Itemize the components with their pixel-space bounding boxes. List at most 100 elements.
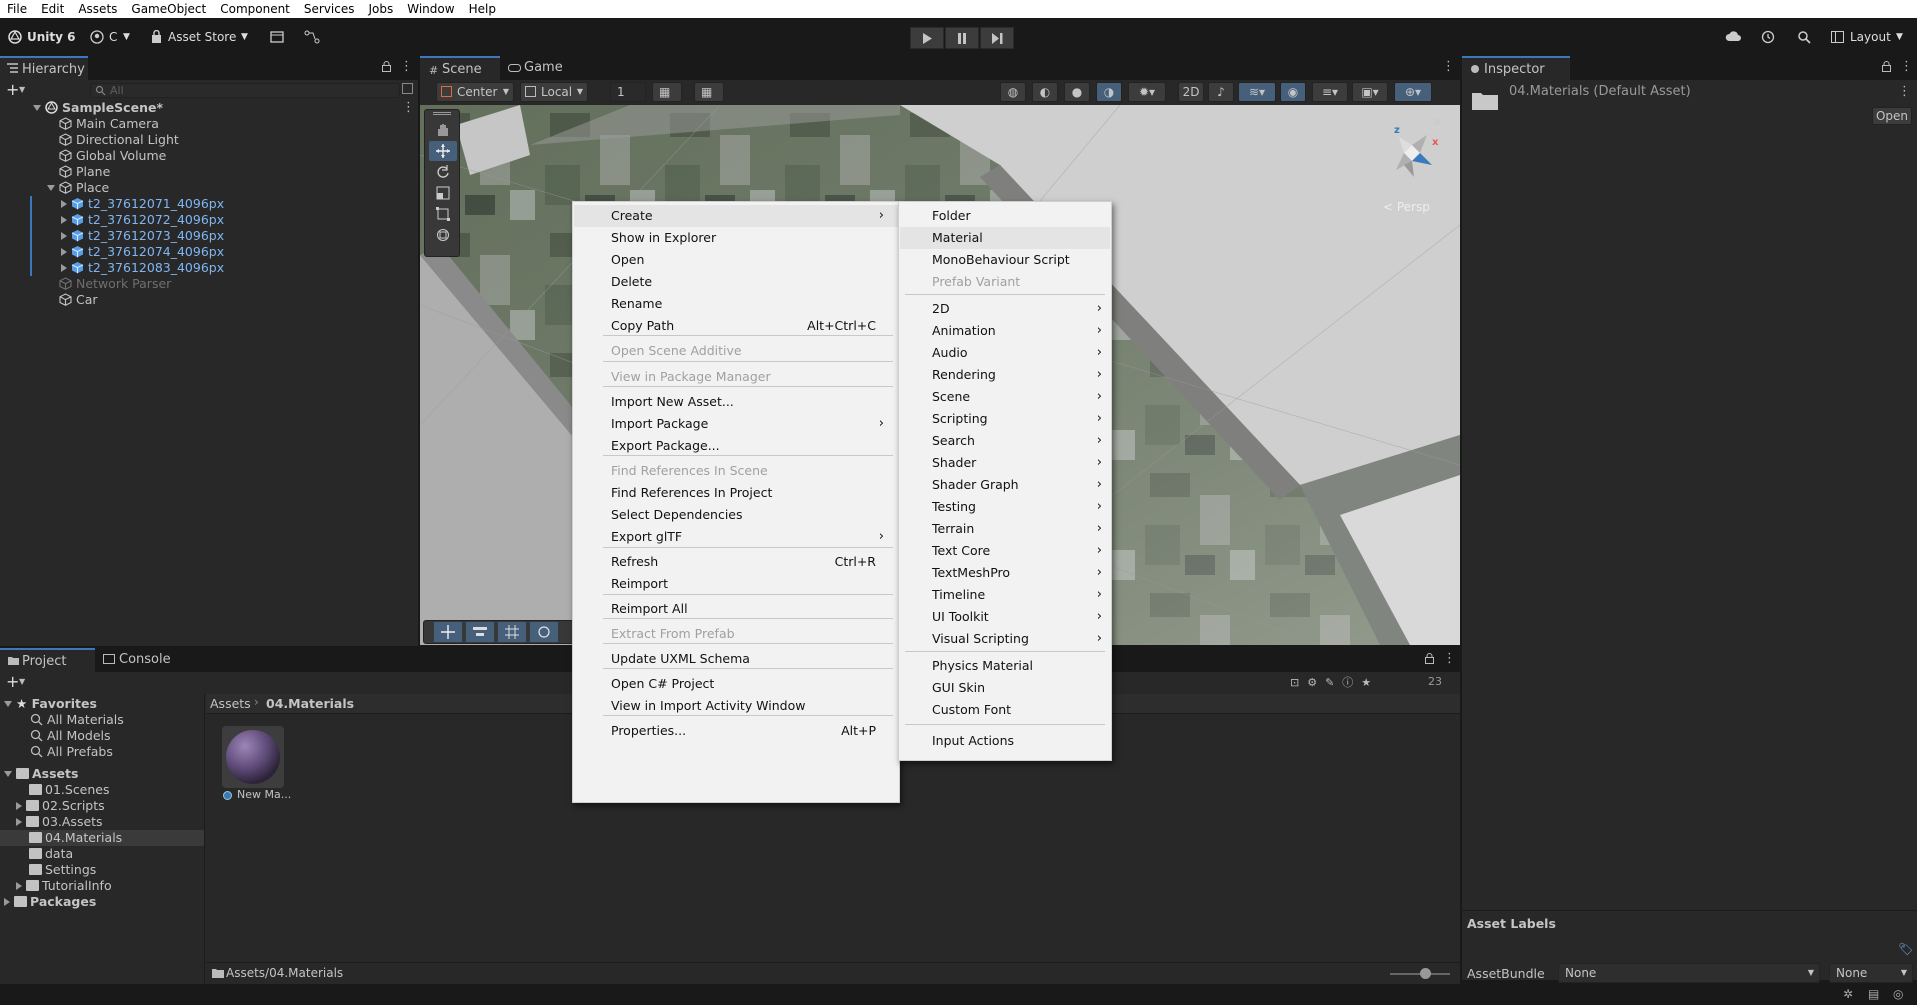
context-menu-item[interactable]: Refresh Ctrl+R: [574, 551, 898, 573]
account-icon[interactable]: [90, 30, 104, 44]
open-button[interactable]: Open: [1872, 107, 1912, 125]
pivot-dropdown[interactable]: Center ▼: [436, 82, 514, 102]
create-submenu-item[interactable]: Audio ›: [900, 342, 1110, 364]
folder-item[interactable]: data: [29, 846, 73, 862]
context-menu-item[interactable]: View in Import Activity Window: [574, 695, 898, 717]
context-menu-item[interactable]: Select Dependencies: [574, 504, 898, 526]
camera-icon[interactable]: ▣▾: [1352, 82, 1388, 102]
create-submenu-item[interactable]: Material: [900, 227, 1110, 249]
increment-snap-button[interactable]: ▦: [694, 82, 724, 102]
effects-toggle-icon[interactable]: ≋▾: [1238, 82, 1276, 102]
context-menu-item[interactable]: Reimport: [574, 573, 898, 595]
menu-services[interactable]: Services: [304, 2, 355, 16]
version-control-icon[interactable]: [270, 31, 284, 43]
scale-tool-icon[interactable]: [429, 183, 457, 203]
more-options-icon[interactable]: ⋮: [1442, 59, 1455, 74]
more-options-icon[interactable]: ⋮: [1898, 84, 1911, 99]
scene-root[interactable]: SampleScene*: [33, 100, 163, 116]
create-submenu-item[interactable]: Shader ›: [900, 452, 1110, 474]
tag-icon[interactable]: 🏷: [1898, 942, 1913, 956]
create-submenu-item[interactable]: Physics Material: [900, 655, 1110, 677]
cloud-icon[interactable]: [1725, 31, 1741, 42]
context-menu-item[interactable]: Export Package...: [574, 435, 898, 457]
context-menu-item[interactable]: Open: [574, 249, 898, 271]
drag-handle-icon[interactable]: [433, 112, 451, 115]
asset-store-button[interactable]: Asset Store: [168, 18, 236, 56]
shading-shaded-wire-icon[interactable]: ◐: [1032, 82, 1058, 102]
menu-file[interactable]: File: [7, 2, 27, 16]
visibility-toggle-icon[interactable]: ◉: [1280, 82, 1306, 102]
menu-component[interactable]: Component: [220, 2, 290, 16]
align-icon[interactable]: [466, 622, 494, 642]
menu-edit[interactable]: Edit: [41, 2, 64, 16]
create-submenu-item[interactable]: UI Toolkit ›: [900, 606, 1110, 628]
add-icon[interactable]: +: [6, 672, 19, 691]
hierarchy-item[interactable]: t2_37612083_4096px: [61, 260, 224, 276]
scene-visibility-icon[interactable]: [402, 83, 413, 94]
perspective-label[interactable]: < Persp: [1383, 200, 1430, 214]
menu-window[interactable]: Window: [407, 2, 454, 16]
create-submenu-item[interactable]: Rendering ›: [900, 364, 1110, 386]
packages-root[interactable]: Packages: [4, 894, 96, 910]
history-icon[interactable]: [1761, 30, 1775, 44]
cache-icon[interactable]: ▤: [1868, 987, 1879, 1001]
favorites-header[interactable]: ★ Favorites: [4, 696, 97, 712]
assetbundle-variant-dropdown[interactable]: None ▼: [1829, 963, 1913, 983]
lighting-toggle-icon[interactable]: ✹▾: [1128, 82, 1166, 102]
create-submenu-item[interactable]: Timeline ›: [900, 584, 1110, 606]
hierarchy-item[interactable]: Main Camera: [59, 116, 159, 132]
hierarchy-item[interactable]: t2_37612074_4096px: [61, 244, 224, 260]
create-submenu-item[interactable]: Scripting ›: [900, 408, 1110, 430]
create-submenu-item[interactable]: GUI Skin: [900, 677, 1110, 699]
more-options-icon[interactable]: ⋮: [400, 59, 413, 74]
hierarchy-item[interactable]: t2_37612073_4096px: [61, 228, 224, 244]
context-menu-item[interactable]: Find References In Project: [574, 482, 898, 504]
create-submenu-item[interactable]: Visual Scripting ›: [900, 628, 1110, 650]
create-submenu-item[interactable]: Terrain ›: [900, 518, 1110, 540]
zoom-slider-thumb[interactable]: [1420, 968, 1431, 979]
2d-toggle-icon[interactable]: 2D: [1178, 82, 1204, 102]
grid-size-input[interactable]: 1: [610, 82, 646, 102]
hierarchy-item[interactable]: Global Volume: [59, 148, 166, 164]
favorites-item[interactable]: All Models: [30, 728, 111, 744]
hierarchy-item[interactable]: Place: [47, 180, 109, 196]
menu-help[interactable]: Help: [469, 2, 496, 16]
context-menu-item[interactable]: Reimport All: [574, 598, 898, 620]
grid-snap-button[interactable]: ▦: [652, 82, 682, 102]
add-icon[interactable]: +: [6, 80, 19, 99]
lock-icon[interactable]: [1882, 61, 1891, 72]
menu-jobs[interactable]: Jobs: [369, 2, 394, 16]
create-submenu-item[interactable]: MonoBehaviour Script: [900, 249, 1110, 271]
tab-console[interactable]: Console: [97, 648, 177, 672]
menu-assets[interactable]: Assets: [78, 2, 117, 16]
context-menu-item[interactable]: Create ›: [574, 205, 898, 227]
context-menu-item[interactable]: Update UXML Schema: [574, 648, 898, 670]
tab-project[interactable]: Project: [0, 648, 95, 672]
create-submenu-item[interactable]: Scene ›: [900, 386, 1110, 408]
search-icon[interactable]: [1797, 30, 1811, 44]
folder-item-selected[interactable]: 04.Materials: [29, 830, 122, 846]
create-submenu-item[interactable]: Search ›: [900, 430, 1110, 452]
context-menu-item[interactable]: Export glTF ›: [574, 526, 898, 548]
play-button[interactable]: [910, 27, 944, 49]
layers-icon[interactable]: ≡▾: [1312, 82, 1348, 102]
tab-scene[interactable]: # Scene: [420, 56, 500, 80]
context-menu-item[interactable]: Properties... Alt+P: [574, 720, 898, 742]
move-snap-icon[interactable]: [434, 622, 462, 642]
tab-game[interactable]: Game: [502, 56, 572, 80]
folder-item[interactable]: TutorialInfo: [16, 878, 112, 894]
hierarchy-item[interactable]: Car: [59, 292, 98, 308]
assetbundle-dropdown[interactable]: None ▼: [1558, 963, 1820, 983]
project-filter-icons[interactable]: ⊡⚙✎ⓘ★: [1290, 674, 1450, 692]
more-options-icon[interactable]: ⋮: [1900, 59, 1913, 74]
shading-shaded-icon[interactable]: ●: [1064, 82, 1090, 102]
folder-item[interactable]: Settings: [29, 862, 96, 878]
hierarchy-item[interactable]: t2_37612071_4096px: [61, 196, 224, 212]
create-submenu-item[interactable]: Shader Graph ›: [900, 474, 1110, 496]
hierarchy-item-disabled[interactable]: Network Parser: [59, 276, 171, 292]
shading-unlit-icon[interactable]: ◑: [1096, 82, 1122, 102]
context-menu-item[interactable]: Delete: [574, 271, 898, 293]
hand-tool-icon[interactable]: [429, 120, 457, 140]
move-tool-icon[interactable]: [429, 141, 457, 161]
asset-item-label[interactable]: New Ma...: [237, 788, 291, 801]
